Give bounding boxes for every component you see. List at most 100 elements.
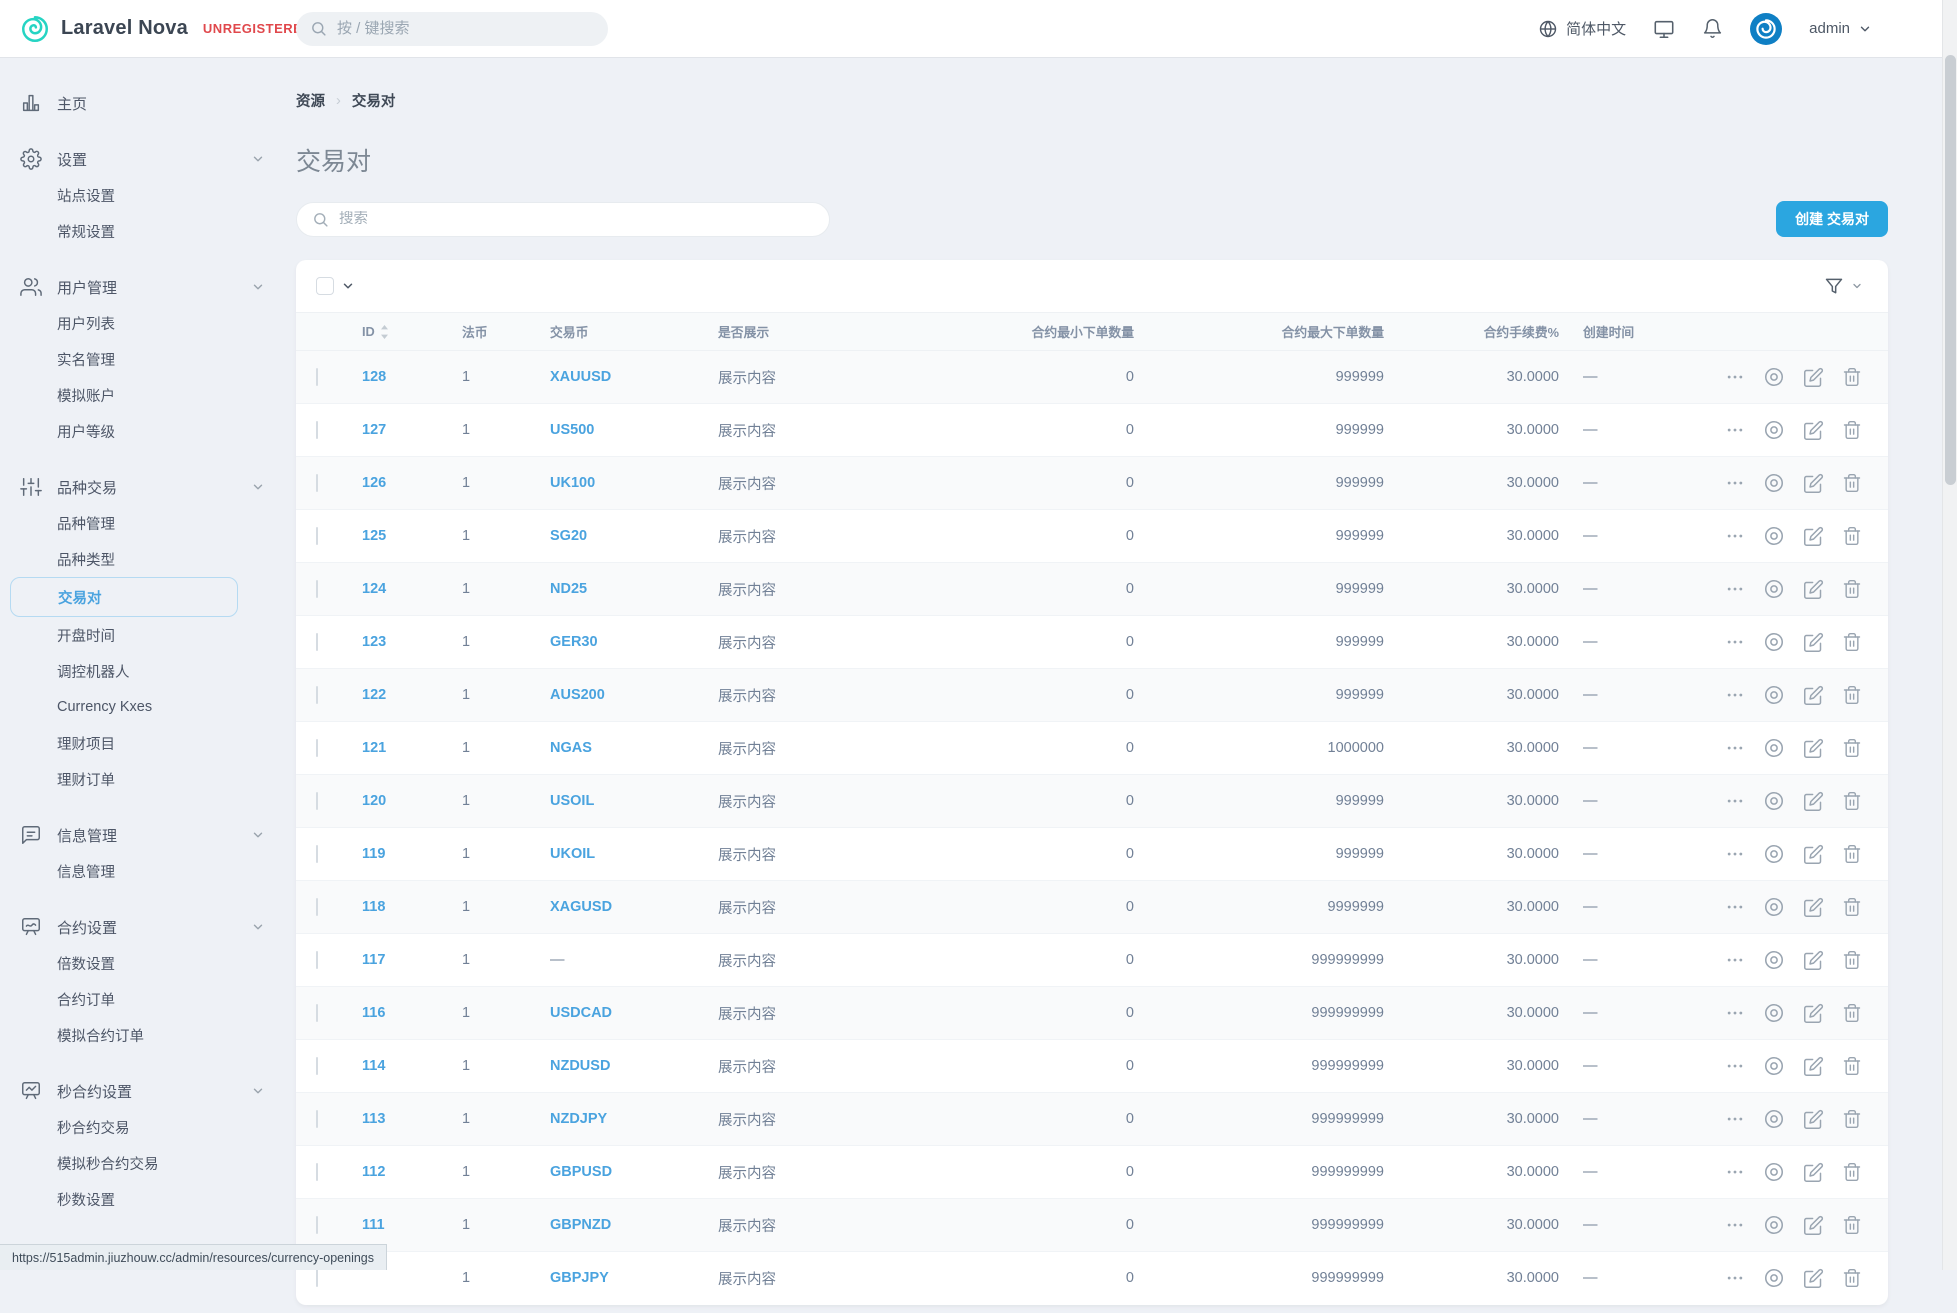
- sidebar-item-开盘时间[interactable]: 开盘时间: [0, 617, 287, 653]
- row-delete-button[interactable]: [1842, 1003, 1862, 1023]
- row-more-button[interactable]: [1725, 950, 1745, 970]
- row-edit-button[interactable]: [1803, 1268, 1824, 1289]
- row-checkbox[interactable]: [316, 633, 318, 651]
- sort-icon[interactable]: [380, 325, 389, 339]
- sidebar-item-信息管理[interactable]: 信息管理: [0, 853, 287, 889]
- resource-search-input[interactable]: [339, 211, 814, 227]
- cell-id-link[interactable]: 113: [362, 1111, 385, 1127]
- bell-icon[interactable]: [1702, 18, 1723, 39]
- cell-coin-link[interactable]: NZDJPY: [550, 1111, 607, 1127]
- row-delete-button[interactable]: [1842, 844, 1862, 864]
- row-view-button[interactable]: [1763, 684, 1785, 706]
- row-checkbox[interactable]: [316, 898, 318, 916]
- row-edit-button[interactable]: [1803, 579, 1824, 600]
- chevron-down-icon[interactable]: [251, 920, 265, 934]
- sidebar-section-1[interactable]: 主页: [0, 85, 287, 121]
- cell-id-link[interactable]: 118: [362, 899, 385, 915]
- sidebar-item-常规设置[interactable]: 常规设置: [0, 213, 287, 249]
- row-checkbox[interactable]: [316, 845, 318, 863]
- column-header[interactable]: 合约手续费%: [1396, 313, 1571, 351]
- row-more-button[interactable]: [1725, 1056, 1745, 1076]
- row-more-button[interactable]: [1725, 791, 1745, 811]
- brand[interactable]: Laravel Nova UNREGISTERED: [0, 14, 287, 44]
- column-header[interactable]: 是否展示: [706, 313, 936, 351]
- row-edit-button[interactable]: [1803, 526, 1824, 547]
- row-more-button[interactable]: [1725, 1109, 1745, 1129]
- row-view-button[interactable]: [1763, 1267, 1785, 1289]
- cell-coin-link[interactable]: NZDUSD: [550, 1058, 610, 1074]
- sidebar-item-模拟账户[interactable]: 模拟账户: [0, 377, 287, 413]
- row-view-button[interactable]: [1763, 1002, 1785, 1024]
- sidebar-item-倍数设置[interactable]: 倍数设置: [0, 945, 287, 981]
- chevron-down-icon[interactable]: [251, 828, 265, 842]
- cell-id-link[interactable]: 127: [362, 422, 386, 438]
- cell-coin-link[interactable]: GBPUSD: [550, 1164, 612, 1180]
- cell-id-link[interactable]: 116: [362, 1005, 385, 1021]
- row-edit-button[interactable]: [1803, 791, 1824, 812]
- resource-search[interactable]: [296, 202, 830, 237]
- row-checkbox[interactable]: [316, 474, 318, 492]
- row-delete-button[interactable]: [1842, 1215, 1862, 1235]
- row-edit-button[interactable]: [1803, 473, 1824, 494]
- sidebar-item-调控机器人[interactable]: 调控机器人: [0, 653, 287, 689]
- cell-id-link[interactable]: 111: [362, 1217, 385, 1233]
- cell-coin-link[interactable]: SG20: [550, 528, 587, 544]
- sidebar-item-用户等级[interactable]: 用户等级: [0, 413, 287, 449]
- row-delete-button[interactable]: [1842, 632, 1862, 652]
- row-checkbox[interactable]: [316, 686, 318, 704]
- row-delete-button[interactable]: [1842, 1109, 1862, 1129]
- sidebar-section-3[interactable]: 用户管理: [0, 269, 287, 305]
- row-checkbox[interactable]: [316, 580, 318, 598]
- global-search-input[interactable]: [337, 20, 594, 37]
- row-more-button[interactable]: [1725, 844, 1745, 864]
- sidebar-section-4[interactable]: 品种交易: [0, 469, 287, 505]
- sidebar-item-实名管理[interactable]: 实名管理: [0, 341, 287, 377]
- row-edit-button[interactable]: [1803, 1215, 1824, 1236]
- row-view-button[interactable]: [1763, 737, 1785, 759]
- cell-coin-link[interactable]: AUS200: [550, 687, 605, 703]
- column-header[interactable]: 交易币: [538, 313, 706, 351]
- row-delete-button[interactable]: [1842, 473, 1862, 493]
- sidebar-item-Currency Kxes[interactable]: Currency Kxes: [0, 689, 287, 725]
- row-more-button[interactable]: [1725, 738, 1745, 758]
- row-edit-button[interactable]: [1803, 632, 1824, 653]
- row-edit-button[interactable]: [1803, 950, 1824, 971]
- chevron-down-icon[interactable]: [251, 280, 265, 294]
- cell-coin-link[interactable]: USOIL: [550, 793, 594, 809]
- row-more-button[interactable]: [1725, 685, 1745, 705]
- row-view-button[interactable]: [1763, 525, 1785, 547]
- column-header[interactable]: 创建时间: [1571, 313, 1691, 351]
- row-delete-button[interactable]: [1842, 1268, 1862, 1288]
- cell-coin-link[interactable]: GER30: [550, 634, 598, 650]
- column-header[interactable]: 合约最小下单数量: [936, 313, 1146, 351]
- row-checkbox[interactable]: [316, 1269, 318, 1287]
- sidebar-section-6[interactable]: 合约设置: [0, 909, 287, 945]
- row-edit-button[interactable]: [1803, 367, 1824, 388]
- row-delete-button[interactable]: [1842, 738, 1862, 758]
- row-checkbox[interactable]: [316, 368, 318, 386]
- cell-id-link[interactable]: 114: [362, 1058, 385, 1074]
- row-more-button[interactable]: [1725, 897, 1745, 917]
- sidebar-section-7[interactable]: 秒合约设置: [0, 1073, 287, 1109]
- row-delete-button[interactable]: [1842, 1056, 1862, 1076]
- row-view-button[interactable]: [1763, 949, 1785, 971]
- row-view-button[interactable]: [1763, 1214, 1785, 1236]
- cell-coin-link[interactable]: UKOIL: [550, 846, 595, 862]
- row-view-button[interactable]: [1763, 790, 1785, 812]
- column-header[interactable]: 合约最大下单数量: [1146, 313, 1396, 351]
- row-checkbox[interactable]: [316, 1163, 318, 1181]
- cell-coin-link[interactable]: XAGUSD: [550, 899, 612, 915]
- row-more-button[interactable]: [1725, 526, 1745, 546]
- filter-menu[interactable]: [1824, 276, 1863, 296]
- row-checkbox[interactable]: [316, 951, 318, 969]
- cell-id-link[interactable]: 124: [362, 581, 386, 597]
- row-view-button[interactable]: [1763, 578, 1785, 600]
- row-edit-button[interactable]: [1803, 738, 1824, 759]
- row-edit-button[interactable]: [1803, 1109, 1824, 1130]
- sidebar-item-模拟合约订单[interactable]: 模拟合约订单: [0, 1017, 287, 1053]
- row-view-button[interactable]: [1763, 1055, 1785, 1077]
- row-view-button[interactable]: [1763, 472, 1785, 494]
- cell-id-link[interactable]: 117: [362, 952, 385, 968]
- row-view-button[interactable]: [1763, 1108, 1785, 1130]
- row-edit-button[interactable]: [1803, 897, 1824, 918]
